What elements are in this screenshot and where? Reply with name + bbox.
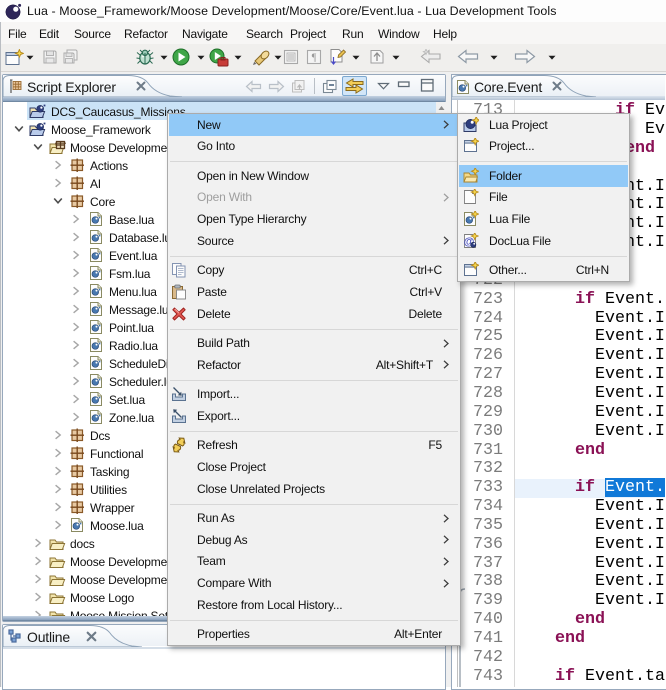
svg-text:¶: ¶ [312, 53, 317, 64]
